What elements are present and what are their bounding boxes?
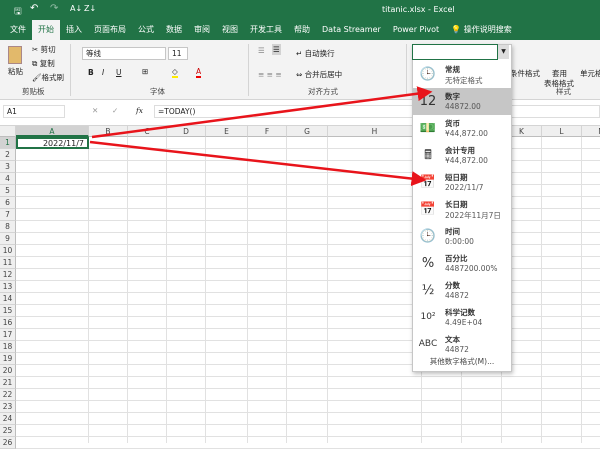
arrow-to-short-date [89,140,427,187]
annotation-arrows [89,86,433,187]
arrow-to-number [91,86,433,139]
